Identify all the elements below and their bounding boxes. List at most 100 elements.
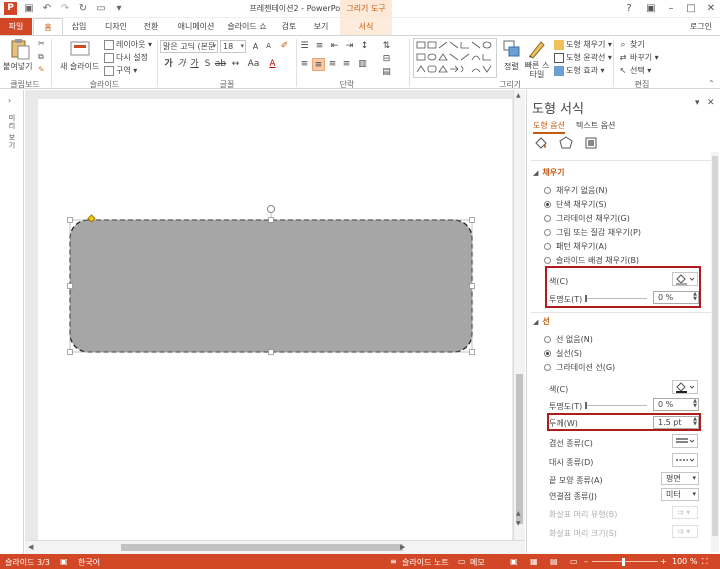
shape-outline-button[interactable]: 도형 윤곽선 ▾ bbox=[554, 52, 612, 63]
maximize-icon[interactable]: □ bbox=[680, 2, 702, 15]
close-pane-icon[interactable]: ✕ bbox=[707, 98, 715, 108]
cap-type-dropdown[interactable]: 평면 ▾ bbox=[661, 472, 699, 485]
rotation-handle-icon[interactable] bbox=[267, 205, 275, 213]
new-slide-button[interactable]: 새 슬라이드 bbox=[60, 61, 99, 72]
font-name-combo[interactable]: 맑은 고딕 (본문 ▾ bbox=[160, 40, 218, 53]
zoom-in-icon[interactable]: + bbox=[660, 557, 667, 566]
select-button[interactable]: ↖ 선택 ▾ bbox=[618, 65, 652, 76]
customize-qat-icon[interactable]: ▾ bbox=[113, 3, 125, 15]
spin-arrows-icon[interactable]: ▲ ▼ bbox=[693, 417, 697, 427]
line-section-header[interactable]: ◢ 선 bbox=[533, 316, 550, 327]
line-transparency-slider[interactable] bbox=[585, 405, 647, 406]
justify-icon[interactable]: ≡ bbox=[340, 58, 353, 71]
slider-knob[interactable] bbox=[585, 402, 587, 409]
canvas-horizontal-scrollbar[interactable]: ◀ ▶ bbox=[25, 540, 525, 554]
join-type-dropdown[interactable]: 미터 ▾ bbox=[661, 488, 699, 501]
font-size-combo[interactable]: 18 ▾ bbox=[220, 40, 246, 53]
line-option-none[interactable]: 선 없음(N) bbox=[544, 334, 593, 345]
bold-icon[interactable]: 가 bbox=[162, 58, 175, 71]
thumbnails-label[interactable]: 미리 보기 bbox=[7, 114, 17, 149]
comments-icon[interactable]: ▭ bbox=[458, 557, 466, 566]
effects-pentagon-icon[interactable] bbox=[558, 136, 574, 150]
paste-button[interactable]: 붙여넣기 bbox=[3, 61, 32, 72]
text-direction-icon[interactable]: ⇅ bbox=[380, 40, 393, 53]
tab-transitions[interactable]: 전환 bbox=[136, 18, 166, 35]
spin-arrows-icon[interactable]: ▲ ▼ bbox=[693, 292, 697, 302]
scroll-up-icon[interactable]: ▲ bbox=[516, 510, 521, 517]
pane-scrollbar[interactable] bbox=[711, 152, 719, 552]
notes-button[interactable]: 슬라이드 노트 bbox=[402, 557, 449, 568]
line-transparency-input[interactable]: 0 % ▲ ▼ bbox=[653, 398, 699, 411]
fill-and-line-icon[interactable] bbox=[533, 136, 549, 150]
new-slide-icon[interactable] bbox=[69, 38, 91, 60]
scroll-down-icon[interactable]: ▼ bbox=[516, 520, 521, 527]
format-painter-icon[interactable]: ✎ bbox=[38, 65, 45, 74]
zoom-slider-knob[interactable] bbox=[622, 558, 625, 566]
pane-options-icon[interactable]: ▾ bbox=[695, 98, 700, 108]
tab-review[interactable]: 검토 bbox=[274, 18, 304, 35]
arrange-icon[interactable] bbox=[501, 38, 523, 60]
shape-fill-button[interactable]: 도형 채우기 ▾ bbox=[554, 39, 612, 50]
fill-color-button[interactable] bbox=[672, 272, 698, 286]
tab-design[interactable]: 디자인 bbox=[98, 18, 134, 35]
normal-view-icon[interactable]: ▣ bbox=[510, 557, 518, 566]
sizing-handle[interactable] bbox=[469, 283, 475, 289]
arrange-button[interactable]: 정렬 bbox=[504, 61, 519, 72]
scroll-up-icon[interactable]: ▲ bbox=[516, 92, 521, 99]
layout-button[interactable]: 레이아웃 ▾ bbox=[104, 39, 152, 50]
cut-icon[interactable]: ✂ bbox=[38, 39, 45, 48]
fill-transparency-slider[interactable] bbox=[585, 298, 647, 299]
sizing-handle[interactable] bbox=[268, 349, 274, 355]
strikethrough-icon[interactable]: ab bbox=[214, 58, 227, 71]
fill-transparency-input[interactable]: 0 % ▲ ▼ bbox=[653, 291, 699, 304]
start-slideshow-icon[interactable]: ▭ bbox=[95, 3, 107, 15]
numbering-icon[interactable]: ≡ bbox=[313, 40, 326, 53]
close-window-icon[interactable]: ✕ bbox=[700, 2, 720, 15]
notes-icon[interactable]: ≡ bbox=[390, 557, 397, 566]
bullets-icon[interactable]: ☰ bbox=[298, 40, 311, 53]
ribbon-display-icon[interactable]: ▣ bbox=[640, 2, 662, 15]
fill-option-picture[interactable]: 그림 또는 질감 채우기(P) bbox=[544, 227, 641, 238]
slide-sorter-icon[interactable]: ▦ bbox=[530, 557, 538, 566]
slider-knob[interactable] bbox=[585, 295, 587, 302]
line-width-input[interactable]: 1.5 pt ▲ ▼ bbox=[653, 416, 699, 429]
help-icon[interactable]: ? bbox=[618, 2, 640, 15]
scrollbar-thumb[interactable] bbox=[712, 156, 718, 536]
shrink-font-icon[interactable]: A bbox=[262, 40, 275, 53]
zoom-out-icon[interactable]: – bbox=[584, 557, 588, 566]
slideshow-view-icon[interactable]: ▭ bbox=[570, 557, 578, 566]
align-right-icon[interactable]: ≡ bbox=[326, 58, 339, 71]
sizing-handle[interactable] bbox=[67, 283, 73, 289]
zoom-slider[interactable] bbox=[592, 561, 658, 562]
quick-styles-button[interactable]: 빠른 스타일 bbox=[522, 61, 552, 79]
spell-check-icon[interactable]: ▣ bbox=[60, 557, 68, 566]
sizing-handle[interactable] bbox=[67, 217, 73, 223]
sizing-handle[interactable] bbox=[469, 217, 475, 223]
shapes-gallery[interactable] bbox=[413, 38, 497, 78]
tab-text-options[interactable]: 텍스트 옵션 bbox=[576, 120, 615, 131]
canvas-vertical-scrollbar[interactable]: ▲ ▲ ▼ bbox=[513, 90, 525, 540]
change-case-icon[interactable]: Aa bbox=[247, 58, 260, 71]
line-color-button[interactable] bbox=[672, 380, 698, 394]
minimize-icon[interactable]: – bbox=[660, 2, 682, 15]
grow-font-icon[interactable]: A bbox=[249, 40, 262, 53]
fill-option-pattern[interactable]: 패턴 채우기(A) bbox=[544, 241, 607, 252]
spin-arrows-icon[interactable]: ▲ ▼ bbox=[693, 399, 697, 409]
smartart-icon[interactable]: ▤ bbox=[380, 66, 393, 79]
fill-section-header[interactable]: ◢ 채우기 bbox=[533, 167, 564, 178]
sizing-handle[interactable] bbox=[268, 217, 274, 223]
decrease-indent-icon[interactable]: ⇤ bbox=[328, 40, 341, 53]
fit-to-window-icon[interactable]: ⛶ bbox=[702, 557, 708, 567]
align-text-icon[interactable]: ⊟ bbox=[380, 53, 393, 66]
rounded-rectangle-shape[interactable] bbox=[69, 219, 473, 353]
tab-view[interactable]: 보기 bbox=[306, 18, 336, 35]
tab-format[interactable]: 서식 bbox=[340, 18, 392, 35]
slide[interactable] bbox=[38, 99, 512, 540]
fill-option-gradient[interactable]: 그라데이션 채우기(G) bbox=[544, 213, 630, 224]
align-center-icon[interactable]: ≡ bbox=[312, 58, 325, 71]
copy-icon[interactable]: ⧉ bbox=[38, 52, 44, 62]
font-color-icon[interactable]: A bbox=[266, 58, 279, 71]
size-properties-icon[interactable] bbox=[583, 136, 599, 150]
comments-button[interactable]: 메모 bbox=[470, 557, 485, 568]
tab-slideshow[interactable]: 슬라이드 쇼 bbox=[224, 18, 270, 35]
